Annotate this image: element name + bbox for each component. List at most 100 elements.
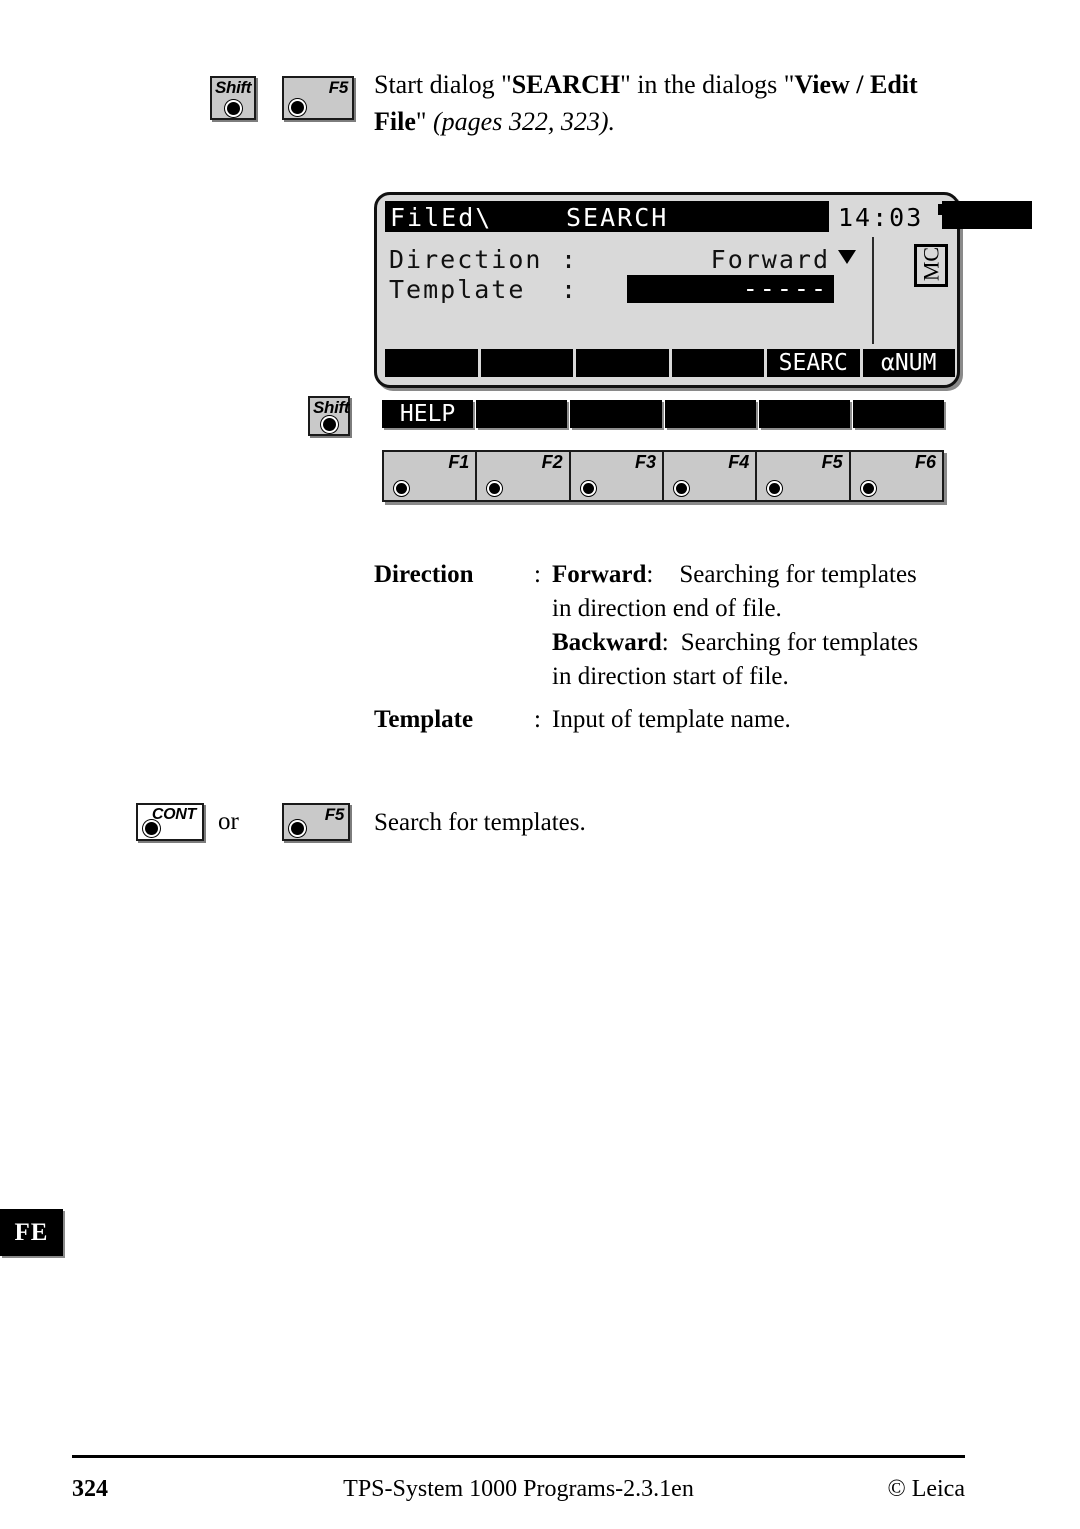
description-option-backward: Backward [552,629,662,656]
mode-indicator-label: MC [918,246,944,282]
key-dot-icon [323,418,336,431]
lcd-field-direction-colon: : [561,245,579,274]
lcd-clock: 14:03 [838,203,924,232]
description-forward-cont: in direction end of file. [552,595,782,622]
lcd-softkey-6-alphanum[interactable]: αNUM [862,349,955,377]
instruction-parent-dialog-b: File [374,107,416,136]
instruction-page-ref: (pages 322, 323) [433,107,609,136]
footer-document-title: TPS-System 1000 Programs-2.3.1en [343,1476,694,1502]
key-dot-icon [291,101,304,114]
description-option-backward-colon: : [661,629,669,656]
lcd-field-direction-label: Direction [389,245,543,274]
key-dot-icon [396,483,407,494]
action-conjunction: or [218,808,239,835]
lcd-softkey-bar: SEARC αNUM [385,349,955,377]
instruction-text: Start dialog "SEARCH" in the dialogs "Vi… [374,66,974,140]
device-lcd-screen: FilEd\ SEARCH 14:03 MC Direction : Forwa… [374,192,1032,388]
description-colon-direction: : [534,561,541,588]
key-dot-icon [675,483,687,494]
shift-softkey-5[interactable] [758,400,850,428]
shift-softkey-3[interactable] [570,400,662,428]
description-line: Backward: Searching for templates [552,626,972,660]
footer-divider [72,1455,965,1458]
lcd-title-bar: FilEd\ SEARCH [385,201,829,232]
f5-key-action[interactable]: F5 [282,803,350,841]
page-footer: 324 TPS-System 1000 Programs-2.3.1en © L… [72,1472,965,1506]
description-line: in direction start of file. [552,660,972,694]
lcd-softkey-2[interactable] [480,349,573,377]
key-dot-icon [227,102,240,115]
mode-indicator-mc: MC [914,244,948,287]
description-backward-cont: in direction start of file. [552,663,789,690]
function-key-f5-label: F5 [821,452,843,472]
function-key-f2-label: F2 [541,452,563,472]
key-dot-icon [582,483,594,494]
description-option-forward-colon: : [646,561,654,588]
shift-softkey-1-help[interactable]: HELP [382,400,474,428]
description-term-template: Template [374,706,474,733]
key-dot-icon [145,822,158,835]
description-line: in direction end of file. [552,592,972,626]
instruction-line1-mid: " in the dialogs " [620,70,795,99]
description-option-forward: Forward [552,561,647,588]
description-body-template: Input of template name. [552,706,791,733]
side-tab-fe: FE [0,1209,63,1256]
shift-softkey-2[interactable] [476,400,568,428]
shift-key-label: Shift [313,398,350,417]
instruction-line2-period: . [608,107,615,136]
shift-softkey-6[interactable] [852,400,945,428]
lcd-field-direction-value: Forward [710,245,830,274]
function-key-f6[interactable]: F6 [851,452,942,500]
function-key-f5[interactable]: F5 [757,452,851,500]
lcd-dialog-title: SEARCH [566,203,669,232]
cont-key[interactable]: CONT [136,803,204,841]
f5-key-label: F5 [324,805,345,824]
shift-key-top[interactable]: Shift [210,76,256,120]
instruction-parent-dialog-a: View / Edit [794,70,918,99]
instruction-line2-quote: " [415,107,433,136]
lcd-field-template-value: ----- [742,274,828,303]
instruction-line1-prefix: Start dialog " [374,70,512,99]
shift-softkey-4[interactable] [664,400,756,428]
function-key-f3-label: F3 [634,452,656,472]
lcd-softkey-1[interactable] [385,349,478,377]
lcd-field-template-label: Template [389,275,526,304]
function-key-f1-label: F1 [448,452,470,472]
description-body-direction: Forward: Searching for templates in direc… [552,558,972,694]
key-dot-icon [489,483,501,494]
key-dot-icon [291,822,304,835]
function-key-f4[interactable]: F4 [664,452,758,500]
description-option-forward-text: Searching for templates [679,561,917,588]
function-key-f4-label: F4 [728,452,750,472]
lcd-breadcrumb-path: FilEd\ [390,203,493,232]
function-key-f2[interactable]: F2 [477,452,571,500]
description-option-backward-text: Searching for templates [680,629,919,656]
f5-key-top[interactable]: F5 [282,76,354,120]
instruction-dialog-name: SEARCH [511,70,621,99]
lcd-field-template-colon: : [561,275,579,304]
lcd-softkey-3[interactable] [576,349,669,377]
battery-full-icon [942,201,1032,229]
footer-copyright: © Leica [887,1476,965,1502]
lcd-field-template-input[interactable]: ----- [627,274,834,303]
lcd-field-template[interactable]: Template : ----- [389,274,854,305]
cont-key-label: CONT [151,806,196,823]
function-key-f6-label: F6 [914,452,936,472]
description-term-direction: Direction [374,561,474,588]
shift-softkey-bar: HELP [382,400,945,428]
function-key-row: F1 F2 F3 F4 F5 F6 [382,450,944,502]
action-description: Search for templates. [374,809,586,836]
f5-key-label: F5 [328,78,349,97]
function-key-f1[interactable]: F1 [384,452,478,500]
chevron-down-icon[interactable] [838,250,856,264]
description-line: Forward: Searching for templates [552,558,972,592]
lcd-field-direction[interactable]: Direction : Forward [389,245,856,275]
function-key-f3[interactable]: F3 [571,452,664,500]
lcd-vertical-divider [872,237,874,344]
lcd-softkey-4[interactable] [671,349,764,377]
shift-key-label: Shift [215,78,252,97]
key-dot-icon [769,483,781,494]
shift-key-softrow[interactable]: Shift [308,396,350,436]
lcd-softkey-5-searc[interactable]: SEARC [767,349,860,377]
key-dot-icon [862,483,874,494]
